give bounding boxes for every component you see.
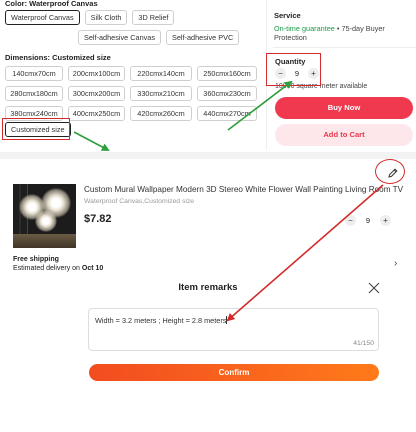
cart-item: Custom Mural Wallpaper Modern 3D Stereo …	[0, 159, 416, 277]
color-option-self-adhesive-canvas[interactable]: Self-adhesive Canvas	[78, 30, 161, 45]
divider	[273, 47, 416, 48]
floor-shape	[13, 234, 76, 248]
color-option-waterproof-canvas[interactable]: Waterproof Canvas	[5, 10, 80, 25]
cart-quantity-stepper: − 9 +	[345, 215, 391, 226]
on-time-guarantee-link[interactable]: On-time guarantee	[274, 24, 335, 33]
text-caret	[226, 316, 228, 324]
remarks-value: Width = 3.2 meters ; Height = 2.8 meters	[95, 316, 227, 325]
color-option-silk-cloth[interactable]: Silk Cloth	[84, 10, 128, 25]
character-counter: 41/150	[353, 340, 374, 347]
remarks-text: Width = 3.2 meters ; Height = 2.8 meters	[95, 316, 228, 325]
dimension-option[interactable]: 300cmx200cm	[68, 86, 125, 101]
dimension-option[interactable]: 140cmx70cm	[5, 66, 63, 81]
dimensions-title: Dimensions: Customized size	[5, 53, 111, 62]
product-variant: Waterproof Canvas,Customized size	[84, 198, 195, 205]
delivery-date: Oct 10	[81, 265, 104, 272]
delivery-label: Estimated delivery on	[13, 265, 82, 272]
cart-quantity-decrease-button[interactable]: −	[345, 215, 356, 226]
color-option-self-adhesive-pvc[interactable]: Self-adhesive PVC	[165, 30, 240, 45]
dimension-option[interactable]: 200cmx100cm	[68, 66, 125, 81]
annotation-circle-edit	[375, 159, 405, 184]
close-icon[interactable]	[368, 282, 380, 294]
service-title: Service	[274, 11, 301, 20]
dimension-option[interactable]: 360cmx230cm	[197, 86, 257, 101]
dialog-title: Item remarks	[178, 282, 238, 293]
cart-quantity-increase-button[interactable]: +	[380, 215, 391, 226]
color-option-3d-relief[interactable]: 3D Relief	[132, 10, 175, 25]
dimension-options: 140cmx70cm 200cmx100cm 220cmx140cm 250cm…	[5, 66, 257, 121]
product-options-panel: Color: Waterproof Canvas Waterproof Canv…	[0, 0, 416, 152]
color-options-row-1: Waterproof Canvas Silk Cloth 3D Relief	[5, 10, 175, 25]
chevron-right-icon[interactable]: ›	[394, 258, 397, 269]
cart-quantity-value[interactable]: 9	[363, 216, 373, 225]
dimension-option[interactable]: 220cmx140cm	[130, 66, 192, 81]
flower-shape	[35, 210, 57, 232]
remarks-textarea[interactable]: Width = 3.2 meters ; Height = 2.8 meters…	[88, 308, 379, 351]
product-thumbnail[interactable]	[13, 184, 76, 248]
dimension-option[interactable]: 420cmx260cm	[130, 106, 192, 121]
annotation-box-quantity	[266, 53, 321, 86]
confirm-button[interactable]: Confirm	[89, 364, 379, 381]
color-title: Color: Waterproof Canvas	[5, 0, 98, 8]
service-text: On-time guarantee • 75-day Buyer Protect…	[274, 24, 409, 42]
color-options-row-2: Self-adhesive Canvas Self-adhesive PVC	[5, 30, 240, 45]
product-price: $7.82	[84, 213, 112, 225]
shipping-text: Free shipping	[13, 256, 59, 263]
dimension-option[interactable]: 400cmx250cm	[68, 106, 125, 121]
section-separator	[0, 152, 416, 159]
dimension-option[interactable]: 440cmx270cm	[197, 106, 257, 121]
buy-now-button[interactable]: Buy Now	[275, 97, 413, 119]
product-title[interactable]: Custom Mural Wallpaper Modern 3D Stereo …	[84, 185, 404, 194]
add-to-cart-button[interactable]: Add to Cart	[275, 124, 413, 146]
delivery-text: Estimated delivery on Oct 10	[13, 265, 103, 272]
dimension-option[interactable]: 250cmx160cm	[197, 66, 257, 81]
annotation-box-customized-size	[2, 118, 70, 140]
item-remarks-dialog: Item remarks Width = 3.2 meters ; Height…	[0, 277, 416, 432]
dimension-option[interactable]: 330cmx210cm	[130, 86, 192, 101]
dimension-option[interactable]: 280cmx180cm	[5, 86, 63, 101]
